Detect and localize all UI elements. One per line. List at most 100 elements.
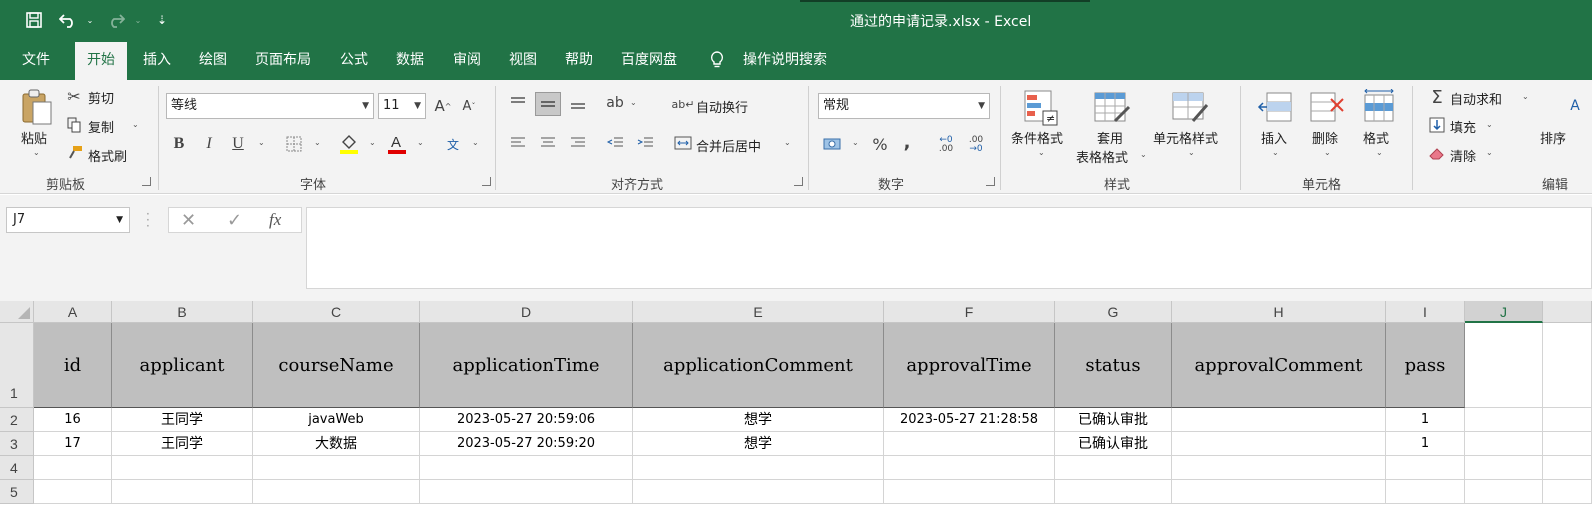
border-icon[interactable] [284, 134, 304, 154]
format-as-table-dropdown-icon[interactable]: ⌄ [1140, 150, 1147, 159]
wrap-text-icon[interactable]: ab↵ [672, 95, 695, 113]
tab-insert[interactable]: 插入 [143, 40, 171, 80]
fill-color-icon[interactable] [338, 132, 360, 156]
cell-b2[interactable]: 王同学 [112, 408, 253, 432]
format-as-table-icon[interactable] [1092, 88, 1132, 128]
insert-function-icon[interactable]: fx [269, 210, 281, 230]
column-header-e[interactable]: E [633, 301, 884, 323]
align-center-icon[interactable] [538, 134, 558, 152]
formula-input[interactable] [306, 207, 1592, 289]
cell-a2[interactable]: 16 [34, 408, 112, 432]
column-header-d[interactable]: D [420, 301, 633, 323]
tab-formulas[interactable]: 公式 [340, 40, 368, 80]
cell-e3[interactable]: 想学 [633, 432, 884, 456]
font-color-icon[interactable]: A [386, 132, 408, 156]
tell-me-search[interactable]: 操作说明搜索 [743, 40, 827, 80]
font-size-select[interactable]: 11 ▼ [378, 93, 426, 119]
format-painter-button[interactable]: 格式刷 [88, 146, 127, 165]
format-dropdown-icon[interactable]: ⌄ [1376, 148, 1383, 157]
comma-style-button[interactable]: , [900, 132, 914, 153]
fill-button[interactable]: 填充 [1450, 117, 1476, 136]
tab-data[interactable]: 数据 [396, 40, 424, 80]
cell-k5[interactable] [1543, 480, 1592, 504]
fill-dropdown-icon[interactable]: ⌄ [1486, 120, 1493, 129]
undo-dropdown-icon[interactable]: ⌄ [84, 8, 96, 32]
cell-f3[interactable] [884, 432, 1055, 456]
column-header-k[interactable] [1543, 301, 1592, 323]
cell-g2[interactable]: 已确认审批 [1055, 408, 1172, 432]
column-header-f[interactable]: F [884, 301, 1055, 323]
row-header-2[interactable]: 2 [0, 408, 34, 432]
cell-h4[interactable] [1172, 456, 1386, 480]
cell-h2[interactable] [1172, 408, 1386, 432]
fill-color-dropdown-icon[interactable]: ⌄ [369, 138, 376, 147]
tab-file[interactable]: 文件 [22, 40, 50, 80]
alignment-launcher-icon[interactable] [794, 177, 803, 186]
number-launcher-icon[interactable] [986, 177, 995, 186]
format-cells-button[interactable]: 格式 [1363, 128, 1389, 147]
insert-cells-icon[interactable] [1256, 88, 1294, 126]
underline-button[interactable]: U [229, 134, 247, 154]
tab-page-layout[interactable]: 页面布局 [255, 40, 311, 80]
cell-b4[interactable] [112, 456, 253, 480]
accounting-format-icon[interactable] [822, 134, 844, 154]
cell-g4[interactable] [1055, 456, 1172, 480]
orientation-dropdown-icon[interactable]: ⌄ [630, 98, 637, 107]
phonetic-icon[interactable]: 文 [442, 132, 464, 156]
cell-d4[interactable] [420, 456, 633, 480]
enter-icon[interactable]: ✓ [227, 210, 242, 231]
align-bottom-icon[interactable] [568, 94, 588, 112]
delete-cells-button[interactable]: 删除 [1312, 128, 1338, 147]
increase-decimal-icon[interactable]: ←0.00 [934, 134, 958, 156]
decrease-indent-icon[interactable] [604, 134, 626, 152]
italic-button[interactable]: I [200, 134, 218, 154]
delete-cells-icon[interactable] [1308, 88, 1346, 126]
cell-d5[interactable] [420, 480, 633, 504]
shrink-font-icon[interactable]: Aˇ [460, 96, 478, 116]
increase-indent-icon[interactable] [634, 134, 656, 152]
tab-draw[interactable]: 绘图 [199, 40, 227, 80]
border-dropdown-icon[interactable]: ⌄ [314, 138, 321, 147]
align-right-icon[interactable] [568, 134, 588, 152]
cell-j2[interactable] [1465, 408, 1543, 432]
fill-down-icon[interactable] [1428, 116, 1446, 134]
cell-f5[interactable] [884, 480, 1055, 504]
cell-e2[interactable]: 想学 [633, 408, 884, 432]
font-launcher-icon[interactable] [482, 177, 491, 186]
copy-button[interactable]: 复制 [88, 117, 114, 136]
conditional-formatting-button[interactable]: 条件格式 [1011, 128, 1063, 147]
align-top-icon[interactable] [508, 94, 528, 112]
percent-style-button[interactable]: % [870, 134, 890, 154]
header-cell-approval-comment[interactable]: approvalComment [1172, 323, 1386, 408]
font-name-select[interactable]: 等线 ▼ [166, 93, 374, 119]
font-color-dropdown-icon[interactable]: ⌄ [417, 138, 424, 147]
cell-h5[interactable] [1172, 480, 1386, 504]
tab-help[interactable]: 帮助 [565, 40, 593, 80]
cell-j4[interactable] [1465, 456, 1543, 480]
cell-a5[interactable] [34, 480, 112, 504]
cell-j3[interactable] [1465, 432, 1543, 456]
scissors-icon[interactable]: ✂ [66, 87, 82, 106]
column-header-h[interactable]: H [1172, 301, 1386, 323]
align-middle-icon[interactable] [535, 92, 561, 116]
copy-dropdown-icon[interactable]: ⌄ [132, 120, 139, 129]
autosum-icon[interactable]: Σ [1428, 87, 1446, 108]
number-format-select[interactable]: 常规 ▼ [818, 93, 990, 119]
decrease-decimal-icon[interactable]: .00 →0 [964, 134, 988, 156]
sort-filter-icon[interactable]: A [1560, 88, 1590, 124]
undo-icon[interactable] [56, 8, 80, 32]
cell-c4[interactable] [253, 456, 420, 480]
clipboard-launcher-icon[interactable] [142, 177, 151, 186]
merge-center-icon[interactable] [674, 134, 692, 152]
cell-styles-button[interactable]: 单元格样式 [1153, 128, 1218, 147]
cancel-icon[interactable]: ✕ [181, 210, 196, 231]
conditional-formatting-icon[interactable]: ≠ [1022, 88, 1060, 128]
wrap-text-button[interactable]: 自动换行 [696, 97, 748, 116]
cell-b5[interactable] [112, 480, 253, 504]
cell-j1[interactable] [1465, 323, 1543, 408]
column-header-g[interactable]: G [1055, 301, 1172, 323]
cell-k4[interactable] [1543, 456, 1592, 480]
autosum-button[interactable]: 自动求和 [1450, 89, 1502, 108]
tab-home[interactable]: 开始 [75, 42, 127, 80]
column-header-b[interactable]: B [112, 301, 253, 323]
